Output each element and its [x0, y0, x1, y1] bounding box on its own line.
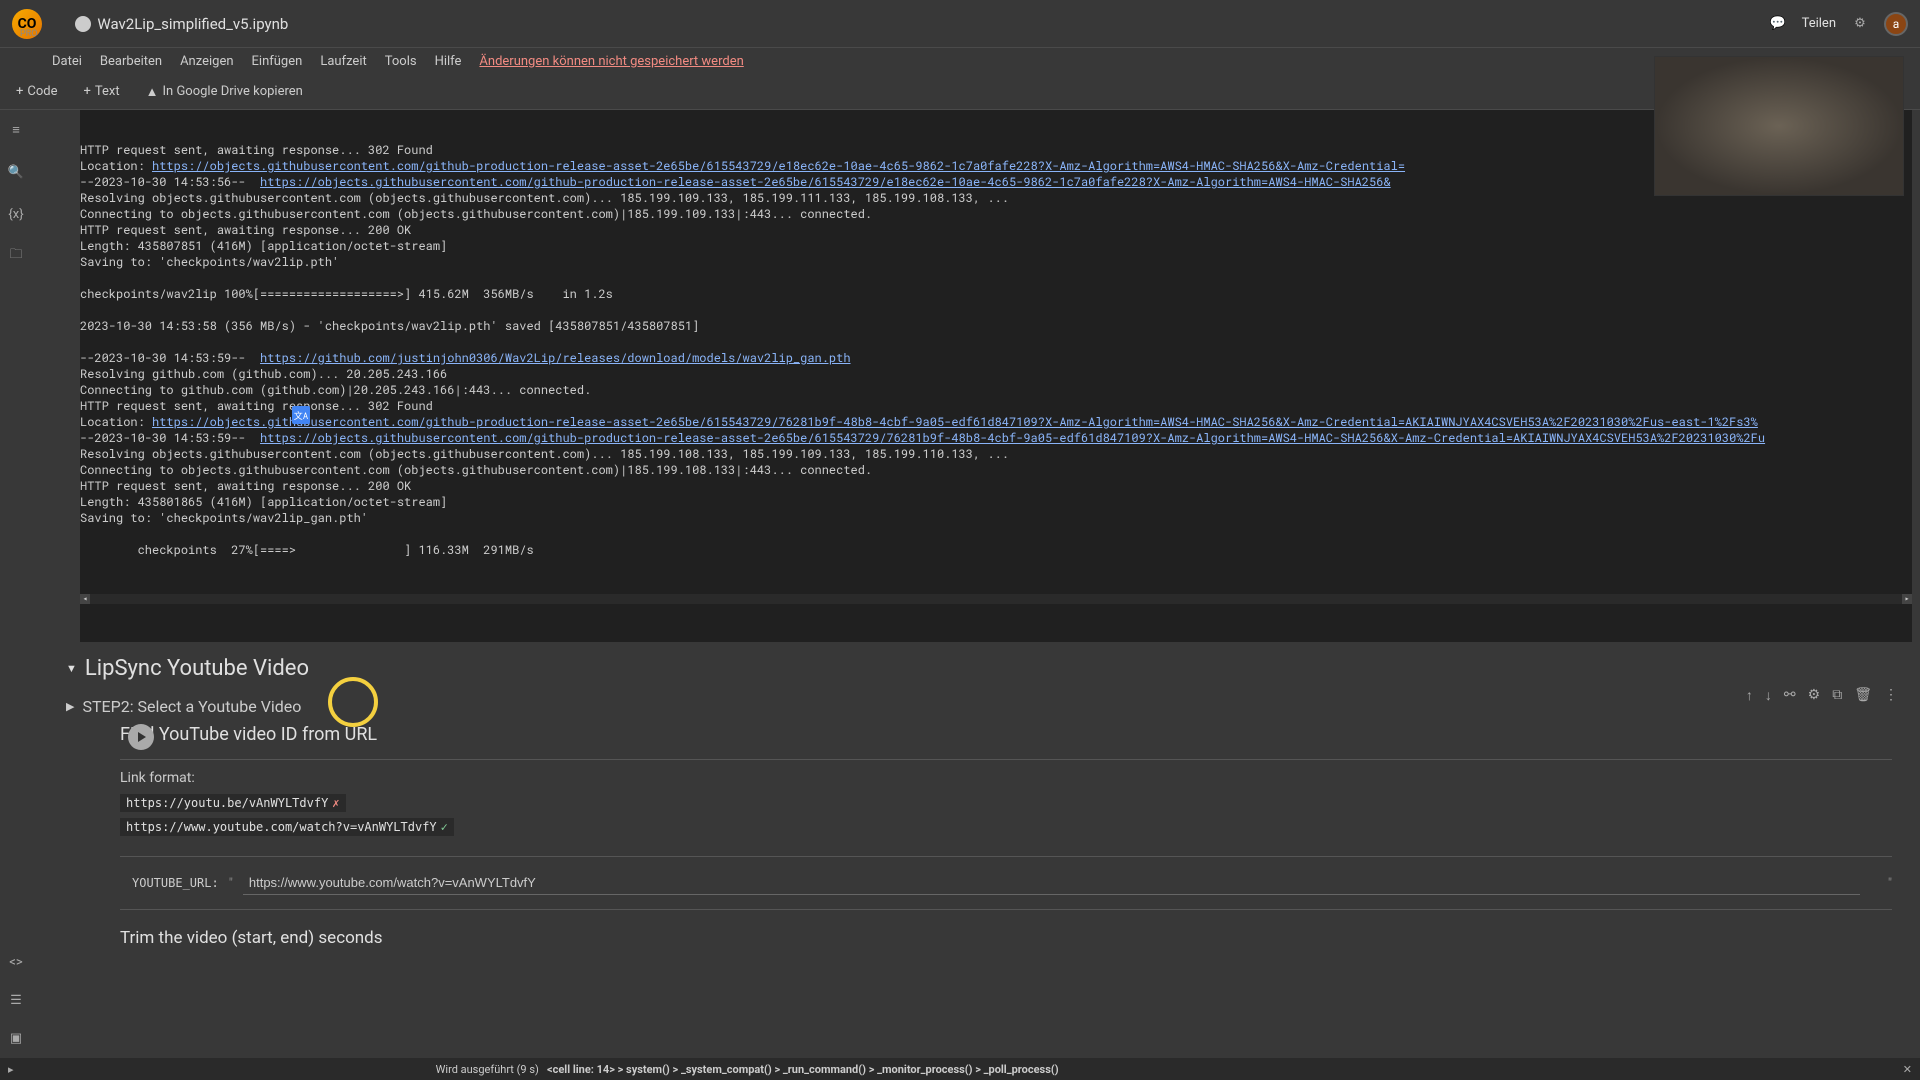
copy-drive-button[interactable]: ▲ In Google Drive kopieren: [138, 80, 311, 104]
horizontal-scrollbar[interactable]: ◂ ▸: [80, 594, 1912, 604]
link-icon[interactable]: ⚯: [1784, 687, 1796, 704]
more-icon[interactable]: ⋮: [1884, 687, 1898, 704]
output-link[interactable]: https://objects.githubusercontent.com/gi…: [260, 430, 1765, 446]
comment-icon[interactable]: 💬: [1768, 14, 1788, 34]
translate-icon[interactable]: 文A: [292, 406, 310, 424]
param-label: YOUTUBE_URL:: [132, 876, 219, 890]
search-icon[interactable]: 🔍: [6, 162, 26, 182]
menu-file[interactable]: Datei: [52, 54, 82, 69]
check-icon: ✓: [441, 820, 448, 834]
divider: [120, 909, 1892, 910]
good-url-example: https://www.youtube.com/watch?v=vAnWYLTd…: [120, 818, 454, 836]
github-icon: [75, 16, 91, 32]
output-link[interactable]: https://github.com/justinjohn0306/Wav2Li…: [260, 350, 851, 366]
delete-icon[interactable]: 🗑: [1854, 687, 1872, 704]
share-button[interactable]: Teilen: [1802, 16, 1836, 31]
section-heading: LipSync Youtube Video: [85, 656, 309, 681]
save-warning[interactable]: Änderungen können nicht gespeichert werd…: [479, 54, 743, 69]
output-link[interactable]: https://objects.githubusercontent.com/gi…: [260, 174, 1391, 190]
bad-url-example: https://youtu.be/vAnWYLTdvfY✗: [120, 794, 346, 812]
gear-icon[interactable]: ⚙: [1850, 14, 1870, 34]
cell-output: HTTP request sent, awaiting response... …: [80, 110, 1912, 642]
expand-status-icon[interactable]: ▸: [8, 1063, 14, 1076]
terminal-icon[interactable]: ☰: [6, 990, 26, 1010]
subsection-heading: STEP2: Select a Youtube Video: [82, 697, 301, 716]
add-code-button[interactable]: + Code: [8, 80, 66, 103]
code-icon[interactable]: <>: [6, 952, 26, 972]
close-status-icon[interactable]: ✕: [1903, 1063, 1912, 1076]
webcam-overlay: [1654, 56, 1904, 196]
pro-badge: PRO: [20, 29, 37, 39]
avatar[interactable]: a: [1884, 12, 1908, 36]
quote-open: ": [229, 876, 233, 891]
menu-tools[interactable]: Tools: [385, 54, 417, 69]
youtube-url-input[interactable]: [243, 871, 1860, 895]
output-link[interactable]: https://objects.githubusercontent.com/gi…: [152, 414, 1758, 430]
expand-icon[interactable]: ▶: [66, 700, 74, 713]
files-icon[interactable]: 🗀: [6, 246, 26, 266]
scroll-right-icon[interactable]: ▸: [1902, 594, 1912, 604]
trim-title: Trim the video (start, end) seconds: [80, 928, 1892, 948]
add-text-button[interactable]: + Text: [76, 80, 128, 103]
menu-insert[interactable]: Einfügen: [252, 54, 303, 69]
settings-icon[interactable]: ⚙: [1808, 687, 1821, 704]
collapse-icon[interactable]: ▼: [66, 662, 77, 675]
menu-runtime[interactable]: Laufzeit: [320, 54, 366, 69]
x-icon: ✗: [332, 796, 339, 810]
divider: [120, 759, 1892, 760]
move-up-icon[interactable]: ↑: [1746, 687, 1753, 704]
form-cell-title: Find YouTube video ID from URL: [80, 724, 1892, 745]
menu-edit[interactable]: Bearbeiten: [100, 54, 162, 69]
toc-icon[interactable]: ≡: [6, 120, 26, 140]
menu-help[interactable]: Hilfe: [435, 54, 462, 69]
menu-view[interactable]: Anzeigen: [180, 54, 233, 69]
scroll-left-icon[interactable]: ◂: [80, 594, 90, 604]
mirror-icon[interactable]: ⧉: [1832, 687, 1842, 704]
move-down-icon[interactable]: ↓: [1765, 687, 1772, 704]
run-cell-button[interactable]: [128, 724, 154, 750]
vars-icon[interactable]: {x}: [6, 204, 26, 224]
output-link[interactable]: https://objects.githubusercontent.com/gi…: [152, 158, 1405, 174]
quote-close: ": [1888, 876, 1892, 891]
cmd-icon[interactable]: ▣: [6, 1028, 26, 1048]
execution-status: Wird ausgeführt (9 s) <cell line: 14> > …: [436, 1063, 1059, 1076]
link-format-label: Link format:: [80, 770, 1892, 786]
notebook-title[interactable]: Wav2Lip_simplified_v5.ipynb: [97, 15, 288, 33]
divider: [120, 856, 1892, 857]
